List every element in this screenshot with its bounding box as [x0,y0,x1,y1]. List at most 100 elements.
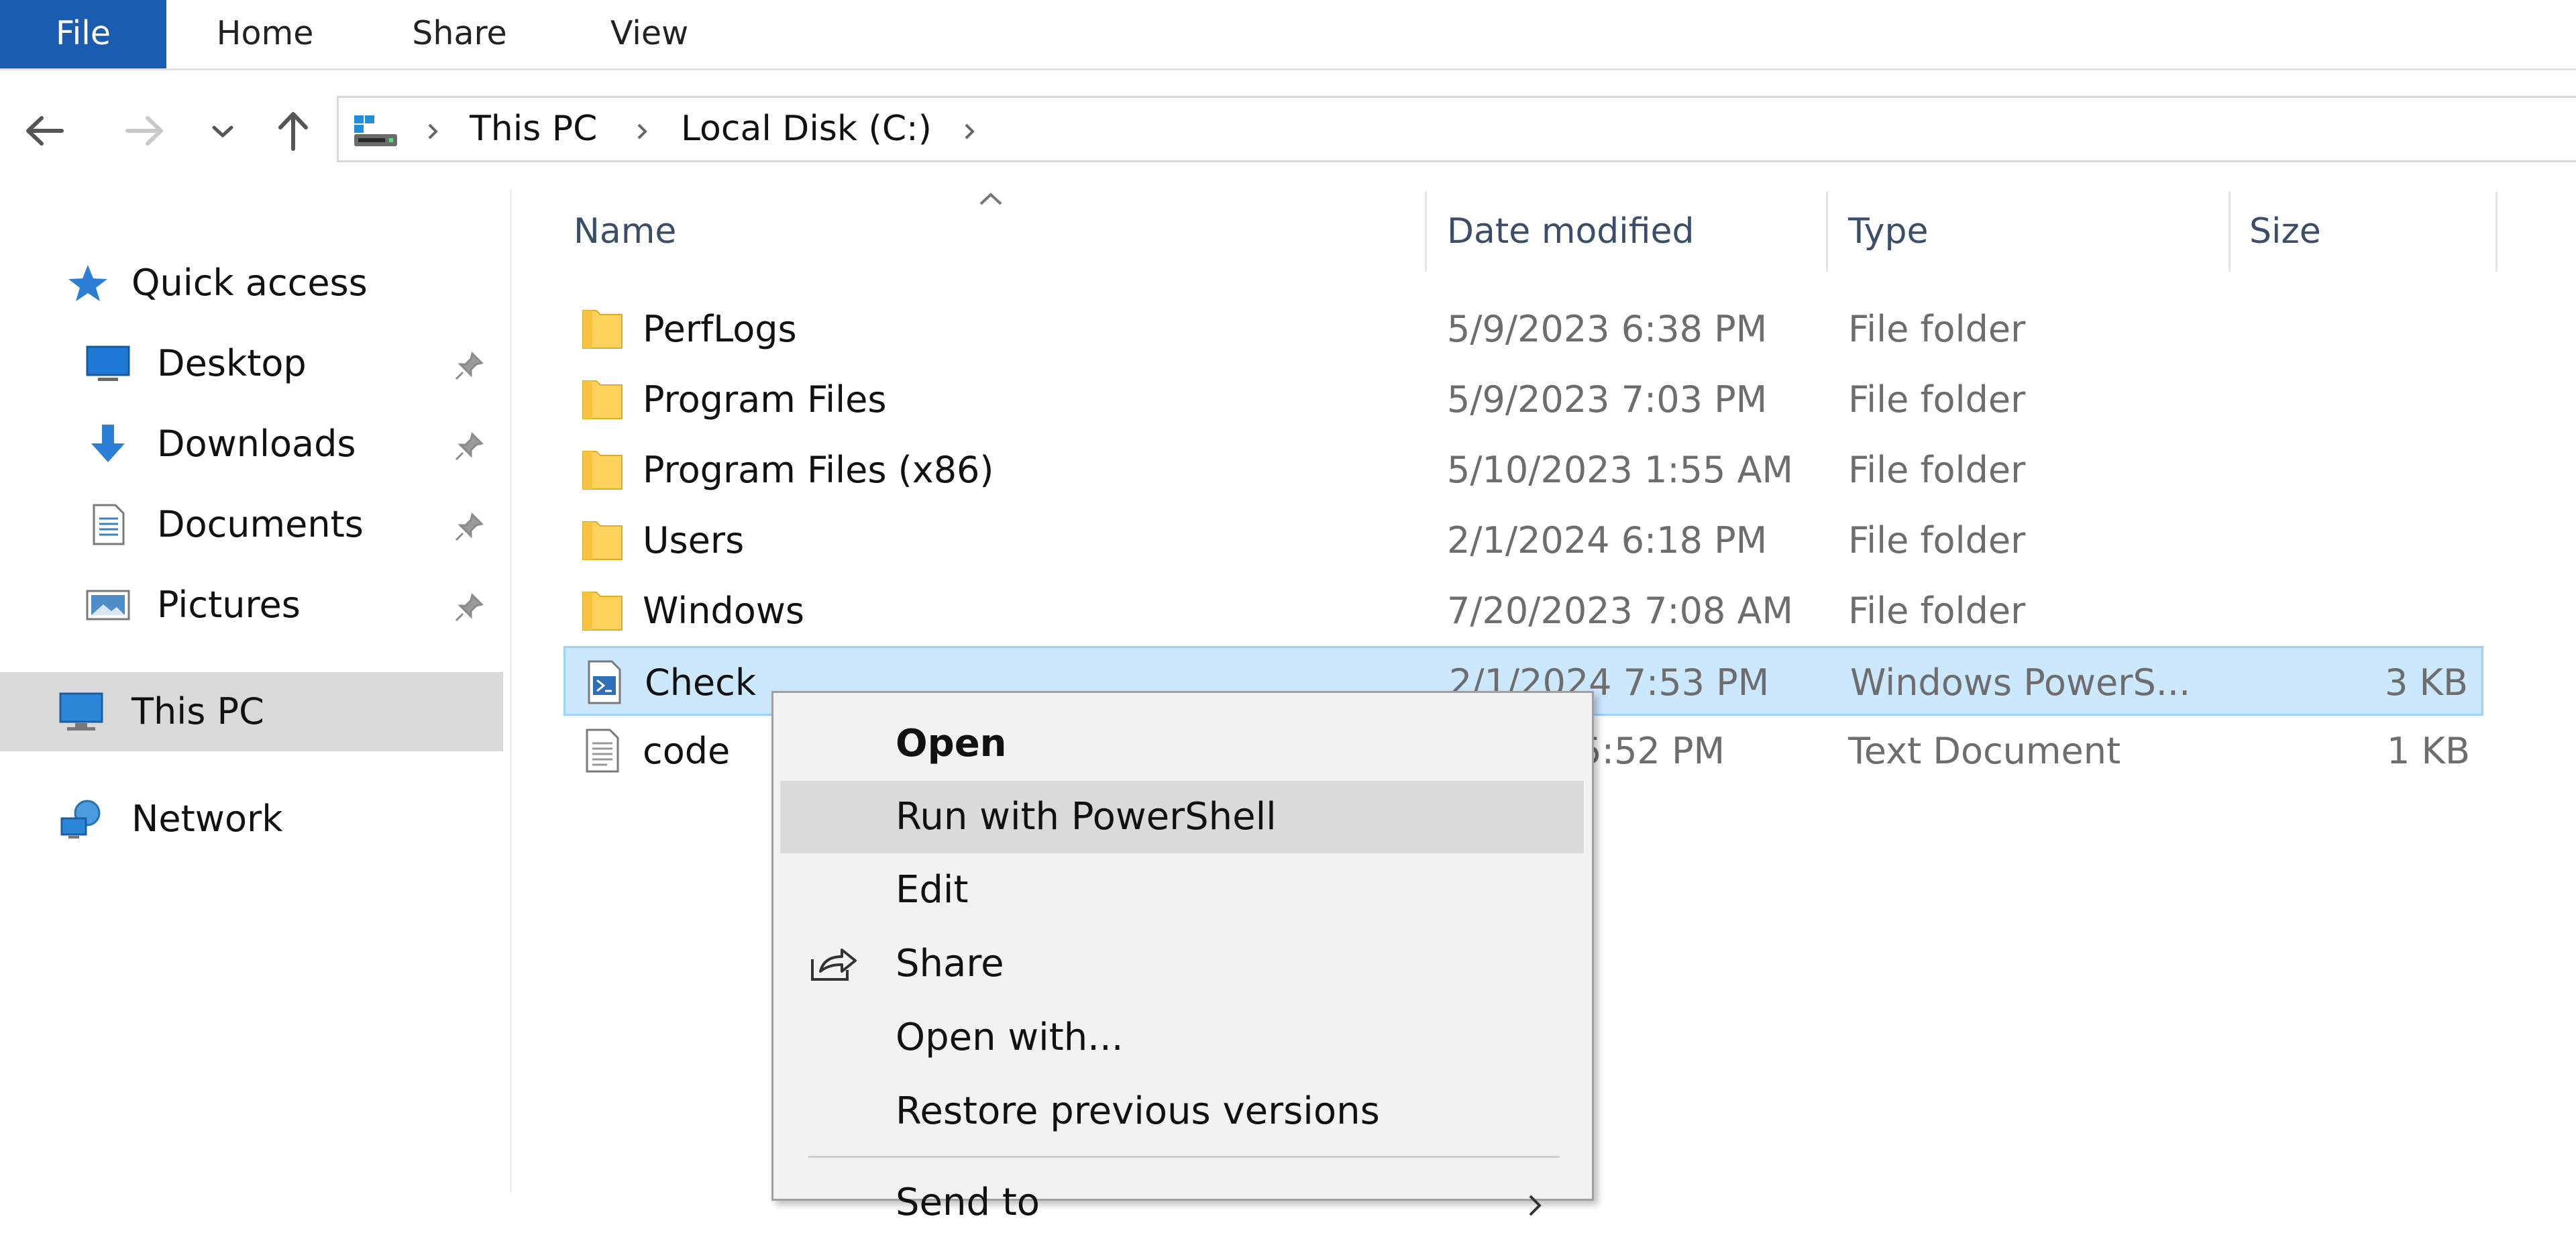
column-header-date-modified[interactable]: Date modified [1447,191,1695,272]
file-name: PerfLogs [643,308,797,350]
table-row[interactable]: Program Files (x86) 5/10/2023 1:55 AM Fi… [564,435,2483,505]
sidebar-item-quick-access[interactable]: Quick access [0,244,503,323]
powershell-script-icon [588,660,621,704]
file-type: File folder [1848,449,2026,491]
column-divider[interactable] [2229,191,2231,272]
table-row[interactable]: Windows 7/20/2023 7:08 AM File folder [564,576,2483,646]
menu-item-send-to[interactable]: Send to [780,1167,1584,1239]
file-name: Program Files [643,378,887,421]
text-file-icon [586,729,619,773]
file-date: 2/1/2024 6:18 PM [1447,519,1768,561]
forward-button[interactable] [114,101,174,161]
file-date: 5/9/2023 6:38 PM [1447,308,1768,350]
star-icon [68,265,107,301]
breadcrumb-local-disk[interactable]: Local Disk (C:) [681,98,932,160]
sidebar-item-network[interactable]: Network [0,779,503,859]
menu-item-open[interactable]: Open [780,708,1584,780]
folder-icon [582,451,623,490]
picture-icon [86,590,130,621]
tab-file[interactable]: File [0,0,166,68]
menu-item-restore-previous-versions[interactable]: Restore previous versions [780,1075,1584,1148]
share-icon [811,949,857,981]
up-button[interactable] [263,101,323,161]
file-size: 3 KB [2385,661,2468,704]
breadcrumb-chevron-icon[interactable] [956,118,983,145]
pin-icon[interactable] [453,512,484,543]
file-type: Text Document [1848,730,2121,772]
sidebar-item-documents[interactable]: Documents [0,485,503,564]
table-row[interactable]: Program Files 5/9/2023 7:03 PM File fold… [564,365,2483,435]
sidebar-item-pictures[interactable]: Pictures [0,565,503,645]
address-bar[interactable]: This PC Local Disk (C:) [337,96,2576,162]
tab-view[interactable]: View [599,0,700,68]
recent-locations-button[interactable] [196,101,250,161]
tab-home[interactable]: Home [208,0,322,68]
menu-item-run-with-powershell[interactable]: Run with PowerShell [780,781,1584,853]
network-icon [60,800,101,839]
menu-item-label: Restore previous versions [896,1089,1380,1133]
sidebar-item-label: Pictures [157,584,301,626]
forward-arrow-icon [125,116,163,146]
pin-icon[interactable] [453,431,484,462]
file-size: 1 KB [2387,730,2470,772]
file-type: File folder [1848,519,2026,561]
drive-icon [354,115,397,146]
file-type: File folder [1848,378,2026,421]
sidebar-item-this-pc[interactable]: This PC [0,672,503,751]
file-date: 5/10/2023 1:55 AM [1447,449,1794,491]
file-type: File folder [1848,308,2026,350]
download-arrow-icon [91,425,125,462]
sidebar-item-label: Downloads [157,423,356,465]
context-menu: Open Run with PowerShell Edit Share Open… [771,691,1594,1224]
menu-item-label: Edit [896,868,969,912]
sidebar-item-label: Network [131,798,283,840]
breadcrumb-chevron-icon [428,123,438,140]
menu-item-share[interactable]: Share [780,928,1584,1000]
table-row[interactable]: Users 2/1/2024 6:18 PM File folder [564,506,2483,576]
column-header-name[interactable]: Name [574,191,676,272]
ribbon: File Home Share View [0,0,2576,70]
back-button[interactable] [15,101,75,161]
tab-share[interactable]: Share [406,0,513,68]
column-header-type[interactable]: Type [1848,191,1928,272]
column-divider[interactable] [2496,191,2498,272]
table-row[interactable]: PerfLogs 5/9/2023 6:38 PM File folder [564,294,2483,364]
pin-icon[interactable] [453,592,484,623]
folder-icon [582,592,623,631]
file-name: code [643,730,731,772]
menu-item-label: Share [896,942,1004,985]
file-date: 7/20/2023 7:08 AM [1447,590,1794,632]
menu-item-open-with[interactable]: Open with... [780,1002,1584,1074]
sidebar-item-label: Quick access [131,262,368,304]
file-type: File folder [1848,590,2026,632]
chevron-down-icon [212,125,233,138]
navigation-pane: Quick access Desktop Downloads Documents [0,189,512,1193]
folder-icon [582,380,623,419]
file-name: Program Files (x86) [643,449,994,491]
sidebar-item-desktop[interactable]: Desktop [0,324,503,403]
file-date: 5/9/2023 7:03 PM [1447,378,1768,421]
sidebar-item-label: Documents [157,503,364,545]
menu-item-label: Open [896,722,1007,765]
file-name: Windows [643,590,805,632]
menu-item-edit[interactable]: Edit [780,854,1584,926]
pin-icon[interactable] [453,351,484,382]
file-type: Windows PowerS... [1850,661,2191,704]
desktop-icon [86,345,130,381]
column-divider[interactable] [1425,191,1427,272]
back-arrow-icon [26,116,64,146]
up-arrow-icon [278,112,308,151]
breadcrumb-chevron-icon[interactable] [629,118,655,145]
sidebar-item-downloads[interactable]: Downloads [0,405,503,484]
sidebar-item-label: Desktop [157,342,307,384]
folder-icon [582,310,623,349]
menu-item-label: Open with... [896,1016,1124,1059]
column-divider[interactable] [1826,191,1828,272]
breadcrumb-this-pc[interactable]: This PC [470,98,597,160]
file-name: Check [645,661,757,704]
menu-item-label: Run with PowerShell [896,795,1277,839]
menu-item-label: Send to [896,1181,1040,1224]
document-icon [93,504,125,545]
computer-icon [59,692,103,731]
column-header-size[interactable]: Size [2249,191,2321,272]
